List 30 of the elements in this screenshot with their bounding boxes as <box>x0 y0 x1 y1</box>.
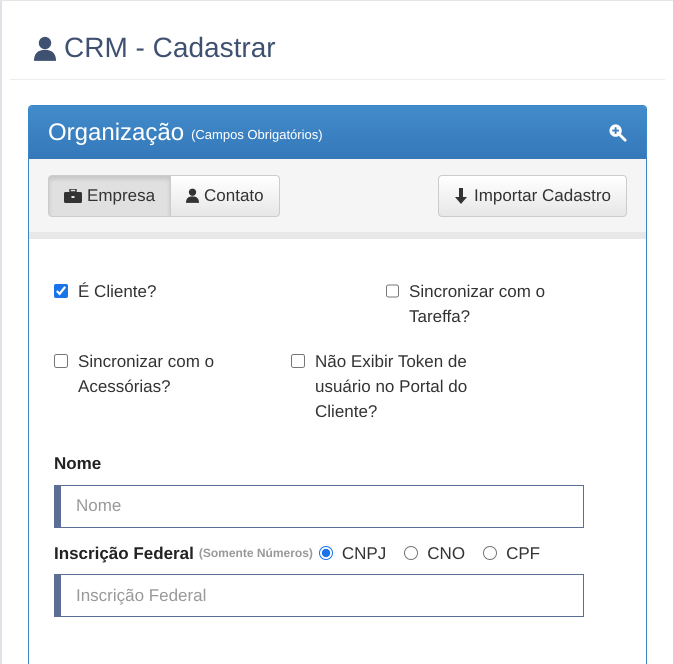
field-hint: (Somente Números) <box>198 545 313 562</box>
checkbox-label: Sincronizar com o Tareffa? <box>409 281 546 328</box>
field-label: Nome <box>54 453 102 475</box>
tab[interactable]: Empresa <box>48 174 172 216</box>
checkbox-label: É Cliente? <box>78 281 158 303</box>
arrow-down-icon <box>454 188 468 204</box>
person-icon <box>34 36 56 60</box>
panel-title: Organização <box>48 118 184 148</box>
radio-label: CNO <box>427 542 466 564</box>
briefcase-icon <box>64 188 82 202</box>
zoom-in-icon[interactable] <box>608 123 627 142</box>
import-button[interactable]: Importar Cadastro <box>438 174 627 216</box>
radio-button[interactable] <box>318 546 333 560</box>
field-label: Inscrição Federal <box>54 542 194 564</box>
panel-subtitle: (Campos Obrigatórios) <box>191 126 323 144</box>
radio-button[interactable] <box>404 546 418 560</box>
checkbox-label: Não Exibir Token de usuário no Portal do Cliente? <box>315 351 468 423</box>
text-field[interactable]: Inscrição Federal <box>54 574 584 617</box>
checkbox[interactable] <box>54 354 68 368</box>
radio-label: CPF <box>506 542 540 564</box>
radio-button[interactable] <box>483 546 498 560</box>
page-title: CRM - Cadastrar <box>64 31 276 65</box>
checkbox[interactable] <box>54 284 68 298</box>
person-icon <box>186 188 200 203</box>
checkbox[interactable] <box>386 284 399 298</box>
tab[interactable]: Contato <box>170 174 280 216</box>
checkbox[interactable] <box>291 354 305 368</box>
radio-label: CNPJ <box>342 542 386 564</box>
text-field[interactable]: Nome <box>54 484 584 528</box>
checkbox-label: Sincronizar com o Acessórias? <box>78 351 216 398</box>
